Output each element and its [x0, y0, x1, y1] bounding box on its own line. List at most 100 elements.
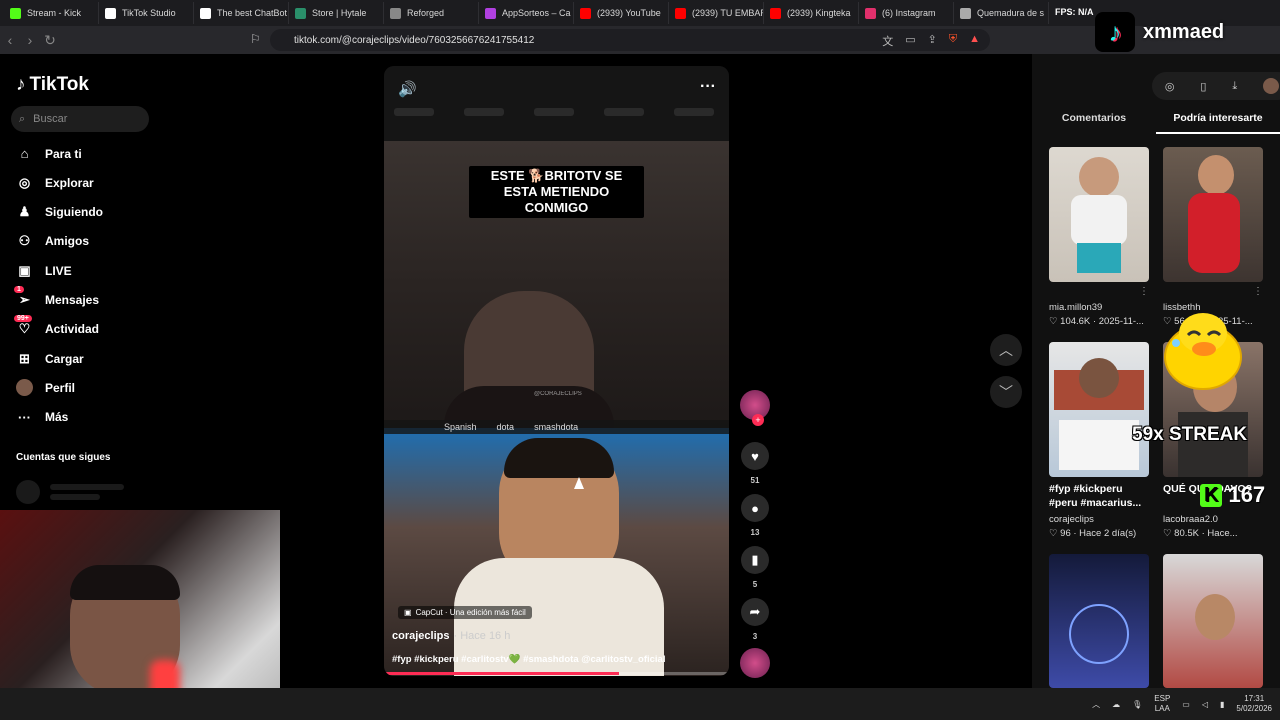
tab-title: The best ChatBot [217, 8, 288, 18]
compass-icon: ◎ [18, 174, 31, 190]
browser-tab[interactable]: (2939) Kingteka [764, 2, 859, 24]
next-video-icon[interactable]: ﹀ [990, 376, 1022, 408]
sidebar-item-parati[interactable]: ⌂ Para ti [16, 145, 82, 162]
browser-tab[interactable]: Reforged [384, 2, 479, 24]
recommended-user[interactable]: lacobraaa2.0 [1163, 514, 1268, 525]
tab-favicon-icon [770, 7, 781, 19]
browser-tab[interactable]: AppSorteos – Ca [479, 2, 574, 24]
follow-plus-icon[interactable]: + [752, 414, 764, 426]
panel-toolbar: ◎ ▯ ⤓ [1152, 72, 1280, 100]
tab-recommended[interactable]: Podría interesarte [1156, 110, 1280, 134]
following-icon: ♟ [18, 204, 31, 220]
recommended-video-thumbnail[interactable] [1163, 554, 1263, 688]
sidebar-item-label: Para ti [45, 146, 82, 161]
tab-comments[interactable]: Comentarios [1032, 110, 1156, 134]
sidebar-item-explorar[interactable]: ◎ Explorar [16, 174, 94, 191]
like-icon[interactable]: ♥ [741, 442, 769, 470]
video-author[interactable]: corajeclips · Hace 16 h [392, 630, 510, 642]
browser-tab[interactable]: (2939) TU EMBAR [669, 2, 764, 24]
battery-icon[interactable]: ▮ [1220, 700, 1224, 709]
video-progress-bar[interactable] [384, 672, 729, 675]
sidebar-item-label: LIVE [45, 263, 72, 278]
recommended-user[interactable]: mia.millon39 [1049, 302, 1154, 313]
browser-tab[interactable]: Store | Hytale [289, 2, 384, 24]
more-options-icon[interactable]: ··· [700, 78, 716, 96]
recommended-video-thumbnail[interactable] [1163, 147, 1263, 282]
pip-icon[interactable]: ▭ [905, 33, 915, 49]
rewards-icon[interactable]: ▲ [969, 33, 980, 49]
browser-tab[interactable]: TikTok Studio [99, 2, 194, 24]
browser-tab[interactable]: (6) Instagram [859, 2, 954, 24]
stream-tag: Spanish [444, 422, 477, 432]
bookmark-save-icon[interactable]: ▮ [741, 546, 769, 574]
sidebar-item-cargar[interactable]: ⊞ Cargar [16, 350, 84, 367]
tiktok-logo[interactable]: ♪ TikTok [16, 74, 89, 96]
video-hashtags[interactable]: #fyp #kickperu #carlitostv💚 #smashdota @… [392, 654, 665, 665]
sidebar-item-siguiendo[interactable]: ♟ Siguiendo [16, 204, 103, 221]
back-icon[interactable]: ‹ [0, 32, 20, 48]
tiktok-note-icon: ♪ [16, 74, 26, 95]
browser-tab[interactable]: The best ChatBot [194, 2, 289, 24]
creator-avatar[interactable]: + [740, 390, 770, 426]
forward-icon[interactable]: › [20, 32, 40, 48]
sidebar-item-amigos[interactable]: ⚇ Amigos [16, 233, 89, 250]
sidebar-item-live[interactable]: ▣ LIVE [16, 262, 72, 279]
sidebar-item-label: Perfil [45, 380, 76, 395]
url-field[interactable]: tiktok.com/@corajeclips/video/7603256676… [270, 29, 990, 51]
recommended-video-thumbnail[interactable] [1049, 147, 1149, 282]
recommended-video-thumbnail[interactable] [1049, 342, 1149, 477]
translate-icon[interactable]: 文 [882, 33, 893, 49]
onedrive-icon[interactable]: ☁ [1112, 700, 1120, 709]
language-indicator[interactable]: ESP LAA [1154, 694, 1170, 714]
brand-name: xmmaed [1143, 20, 1225, 43]
reload-icon[interactable]: ↻ [40, 32, 60, 49]
music-disc-icon[interactable] [740, 648, 770, 678]
video-player[interactable]: @CORAJECLIPS ESTE 🐕BRITOTV SE ESTA METIE… [384, 66, 729, 676]
sidebar-item-actividad[interactable]: ♡ 99+ Actividad [14, 314, 99, 338]
video-watermark: @CORAJECLIPS [534, 391, 582, 397]
messages-icon: ➢ [19, 292, 30, 307]
sidebar-item-label: Mensajes [45, 293, 100, 307]
tray-expand-icon[interactable]: ︿ [1092, 699, 1100, 710]
speaker-icon[interactable]: ◁ [1202, 700, 1208, 709]
download-icon[interactable]: ⤓ [1232, 80, 1237, 93]
explore-icon[interactable]: ◎ [1165, 80, 1175, 93]
sidebar-item-mensajes[interactable]: ➢ 1 Mensajes [14, 285, 100, 309]
browser-tab[interactable]: Stream - Kick [4, 2, 99, 24]
bookmark-icon[interactable]: ⚐ [250, 32, 261, 46]
more-dots-icon[interactable]: ⋮ [1139, 286, 1149, 297]
tab-title: (2939) YouTube [597, 8, 661, 18]
windows-taskbar: ︿ ☁ 🎙 ESP LAA ▭ ◁ ▮ 17:31 5/02/2026 [0, 688, 1280, 720]
volume-icon[interactable]: 🔊 [398, 80, 417, 98]
recommended-video-thumbnail[interactable] [1049, 554, 1149, 688]
tab-title: AppSorteos – Ca [502, 8, 571, 18]
search-input[interactable]: ⌕ Buscar [11, 106, 149, 132]
activity-icon: ♡ [18, 321, 31, 337]
clock[interactable]: 17:31 5/02/2026 [1236, 694, 1272, 714]
sidebar-item-perfil[interactable]: ● Perfil [16, 379, 76, 397]
network-icon[interactable]: ▭ [1182, 700, 1190, 709]
more-dots-icon[interactable]: ⋮ [1253, 286, 1263, 297]
mic-icon[interactable]: 🎙 [1132, 700, 1142, 709]
capcut-label: CapCut · Una edición más fácil [415, 608, 526, 617]
browser-tab[interactable]: Quemadura de s [954, 2, 1049, 24]
brave-shield-icon[interactable]: ⛨ [949, 33, 957, 49]
url-text: tiktok.com/@corajeclips/video/7603256676… [294, 34, 535, 46]
notification-badge: 99+ [14, 314, 32, 322]
recommended-title[interactable]: #fyp #kickperu #peru #macarius... [1049, 482, 1154, 510]
previous-video-icon[interactable]: ︿ [990, 334, 1022, 366]
post-time: · Hace 16 h [453, 630, 511, 642]
comment-icon[interactable]: ● [741, 494, 769, 522]
capcut-badge[interactable]: ▣ CapCut · Una edición más fácil [398, 606, 532, 619]
device-icon[interactable]: ▯ [1200, 80, 1206, 93]
more-icon: ··· [18, 409, 31, 425]
recommended-user[interactable]: corajeclips [1049, 514, 1154, 525]
comment-count: 13 [750, 528, 760, 537]
sidebar-item-más[interactable]: ··· Más [16, 409, 68, 426]
profile-avatar[interactable] [1263, 78, 1280, 94]
tab-favicon-icon [675, 7, 686, 19]
tab-favicon-icon [200, 7, 211, 19]
share-icon[interactable]: ⇪ [928, 33, 937, 49]
share-arrow-icon[interactable]: ➦ [741, 598, 769, 626]
browser-tab[interactable]: (2939) YouTube [574, 2, 669, 24]
